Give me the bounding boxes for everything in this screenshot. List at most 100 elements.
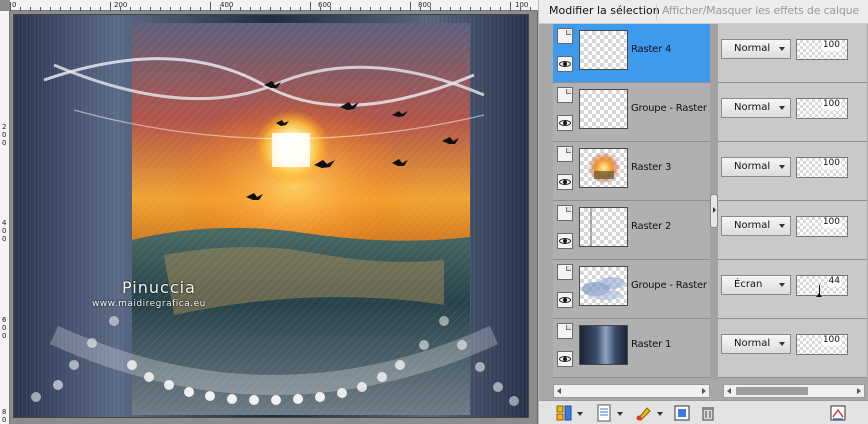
ruler-tick	[370, 7, 371, 11]
blend-mode-label: Normal	[734, 220, 771, 231]
scroll-right-icon[interactable]	[857, 388, 861, 394]
layer-row-left[interactable]: Raster 2	[553, 201, 713, 259]
ruler-tick	[190, 7, 191, 11]
new-mask-icon[interactable]	[595, 404, 613, 422]
opacity-slider-thumb[interactable]	[816, 285, 822, 297]
ruler-tick	[90, 7, 91, 11]
opacity-value: 100	[821, 40, 841, 51]
ruler-tick	[200, 7, 201, 11]
ruler-tick	[210, 2, 211, 11]
layer-type-icon[interactable]	[557, 28, 573, 44]
layers-panel-tabs: Modifier la sélection Afficher/Masquer l…	[539, 0, 868, 24]
visibility-eye-icon[interactable]	[557, 292, 573, 308]
ruler-tick	[440, 7, 441, 11]
opacity-slider[interactable]: 100	[796, 334, 848, 355]
blend-mode-select[interactable]: Normal	[721, 334, 791, 354]
scrollbar-thumb[interactable]	[736, 387, 808, 395]
layer-name[interactable]: Groupe - Raster 2	[631, 280, 716, 292]
ruler-tick	[50, 7, 51, 11]
ruler-left-label: 0	[2, 416, 7, 424]
chevron-down-icon[interactable]	[657, 412, 663, 416]
scroll-left-icon[interactable]	[557, 388, 561, 394]
chevron-down-icon	[779, 342, 785, 346]
layer-thumbnail[interactable]	[579, 266, 628, 306]
opacity-slider[interactable]: 100	[796, 39, 848, 60]
layer-thumbnail[interactable]	[579, 30, 628, 70]
visibility-eye-icon[interactable]	[557, 233, 573, 249]
artwork-image[interactable]: Pinuccia www.maidiregrafica.eu	[13, 14, 529, 418]
image-canvas-area[interactable]: 0 200 400 600 800 100 2 0 0 4 0 0 6 0 0 …	[0, 0, 538, 424]
opacity-slider[interactable]: 44	[796, 275, 848, 297]
layer-name[interactable]: Raster 3	[631, 162, 671, 174]
ruler-tick	[270, 7, 271, 11]
layer-thumbnail[interactable]	[579, 89, 628, 129]
blend-mode-select[interactable]: Normal	[721, 216, 791, 236]
link-properties-icon[interactable]	[829, 404, 847, 422]
layers-horizontal-scrollbar-left[interactable]	[553, 384, 710, 398]
blend-mode-select[interactable]: Normal	[721, 39, 791, 59]
ruler-tick	[150, 7, 151, 11]
ruler-left-label: 2	[2, 123, 7, 131]
layer-row-left[interactable]: Raster 4	[553, 24, 713, 82]
layer-thumbnail[interactable]	[579, 207, 628, 247]
splitter-handle[interactable]	[710, 194, 718, 228]
layer-row-left[interactable]: Groupe - Raster 4	[553, 83, 716, 141]
ruler-tick	[220, 7, 221, 11]
ruler-tick	[230, 7, 231, 11]
layer-type-icon[interactable]	[557, 205, 573, 221]
layer-name[interactable]: Groupe - Raster 4	[631, 103, 716, 115]
new-layer-icon[interactable]	[555, 404, 573, 422]
brush-edit-icon[interactable]	[635, 404, 653, 422]
layer-type-icon[interactable]	[557, 264, 573, 280]
opacity-slider[interactable]: 100	[796, 157, 848, 178]
tab-modify-selection[interactable]: Modifier la sélection	[549, 4, 660, 18]
clouds-thumbnail-icon	[582, 277, 625, 300]
ruler-tick	[180, 7, 181, 11]
opacity-slider[interactable]: 100	[796, 216, 848, 237]
layer-thumbnail[interactable]	[579, 148, 628, 188]
opacity-value: 100	[821, 99, 841, 110]
scroll-left-icon[interactable]	[727, 388, 731, 394]
layer-row-left[interactable]: Raster 3	[553, 142, 713, 200]
layer-name[interactable]: Raster 2	[631, 221, 671, 233]
layer-type-icon[interactable]	[557, 87, 573, 103]
visibility-eye-icon[interactable]	[557, 351, 573, 367]
layers-panel: Modifier la sélection Afficher/Masquer l…	[539, 0, 868, 424]
blend-mode-label: Normal	[734, 161, 771, 172]
chevron-down-icon[interactable]	[617, 412, 623, 416]
visibility-eye-icon[interactable]	[557, 56, 573, 72]
ruler-tick	[60, 7, 61, 11]
visibility-eye-icon[interactable]	[557, 174, 573, 190]
blend-mode-label: Normal	[734, 102, 771, 113]
layers-horizontal-scrollbar-right[interactable]	[723, 384, 865, 398]
layer-row-right: Écran 44	[716, 260, 867, 318]
ruler-tick	[20, 7, 21, 11]
layer-row-left[interactable]: Groupe - Raster 2	[553, 260, 716, 318]
panel-splitter[interactable]	[710, 24, 718, 380]
blend-mode-select[interactable]: Normal	[721, 157, 791, 177]
tab-toggle-layer-effects[interactable]: Afficher/Masquer les effets de calque	[662, 4, 859, 18]
scroll-right-icon[interactable]	[702, 388, 706, 394]
layer-name[interactable]: Raster 4	[631, 44, 671, 56]
layer-row-left[interactable]: Raster 1	[553, 319, 713, 377]
blend-mode-select[interactable]: Écran	[721, 275, 791, 295]
ruler-tick	[490, 7, 491, 11]
chevron-down-icon[interactable]	[577, 412, 583, 416]
ruler-left-label: 8	[2, 408, 7, 416]
layer-type-icon[interactable]	[557, 146, 573, 162]
blend-mode-select[interactable]: Normal	[721, 98, 791, 118]
layer-thumbnail[interactable]	[579, 325, 628, 365]
visibility-eye-icon[interactable]	[557, 115, 573, 131]
merge-icon[interactable]	[673, 404, 691, 422]
ruler-tick	[160, 7, 161, 11]
opacity-slider[interactable]: 100	[796, 98, 848, 119]
trash-icon[interactable]	[699, 404, 717, 422]
layer-name[interactable]: Raster 1	[631, 339, 671, 351]
blend-mode-label: Écran	[734, 279, 763, 290]
ruler-tick	[280, 7, 281, 11]
ruler-tick	[290, 7, 291, 11]
ruler-top: 0 200 400 600 800 100	[10, 0, 538, 11]
ruler-tick	[320, 7, 321, 11]
layer-row-right: Normal 100	[716, 142, 867, 200]
layer-type-icon[interactable]	[557, 323, 573, 339]
